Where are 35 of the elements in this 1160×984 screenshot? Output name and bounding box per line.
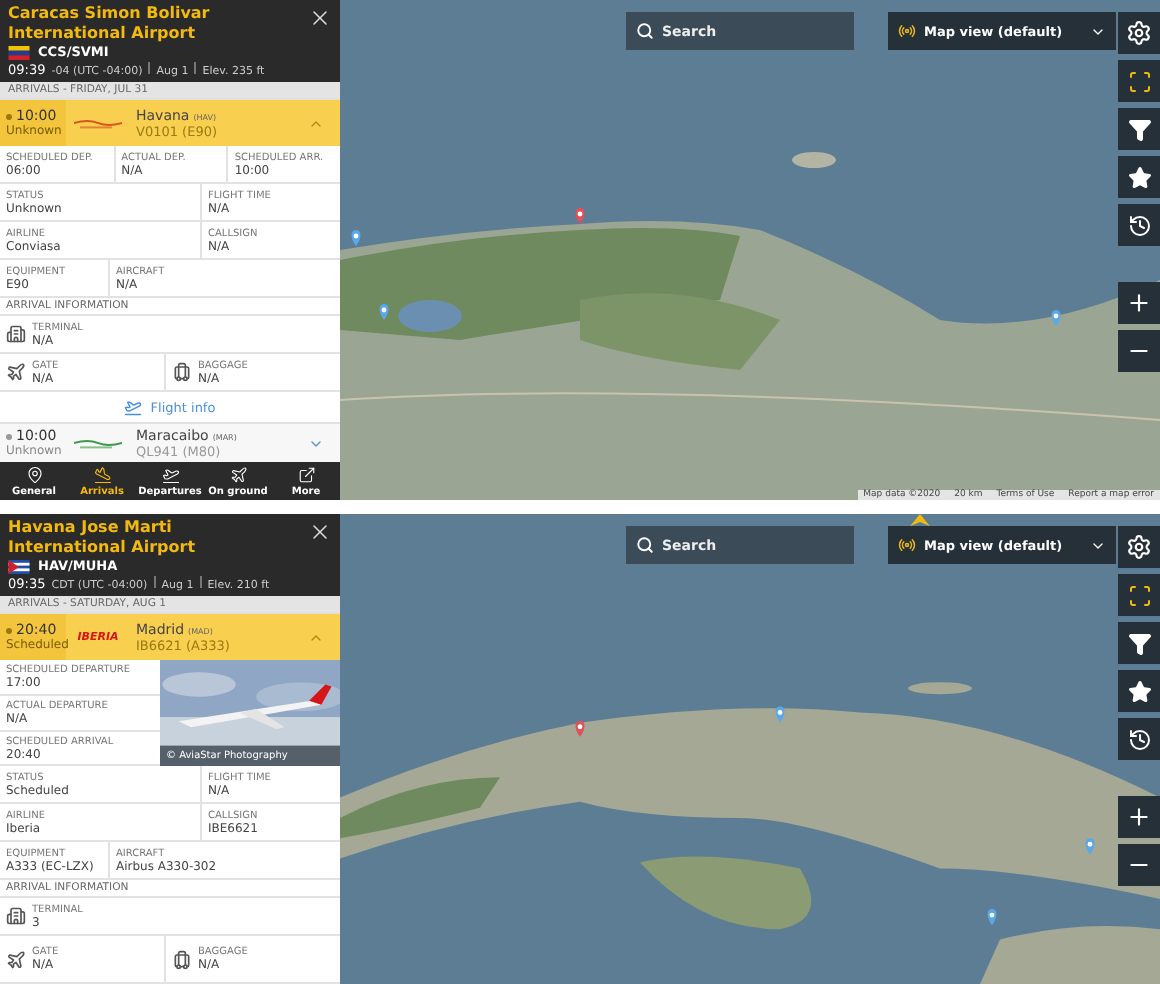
zoom-in-button[interactable] <box>1118 282 1160 324</box>
filter-button[interactable] <box>1118 108 1160 150</box>
star-icon <box>1127 165 1151 189</box>
filter-icon <box>1127 117 1151 141</box>
plane-icon <box>6 362 26 382</box>
close-icon[interactable] <box>308 6 332 30</box>
status-dot-icon <box>6 627 12 634</box>
flag-icon <box>8 559 30 573</box>
airport-title: Caracas Simon Bolivar International Airport <box>8 4 212 42</box>
terminal-icon <box>6 324 26 344</box>
terminal-icon <box>6 906 26 926</box>
baggage-icon <box>172 362 192 382</box>
status-dot-icon <box>6 433 12 440</box>
fullscreen-icon <box>1127 69 1151 93</box>
map-pin-icon <box>25 465 43 483</box>
takeoff-plane-icon <box>161 465 179 483</box>
plane-icon <box>124 398 143 416</box>
favorites-button[interactable] <box>1118 156 1160 198</box>
signal-icon <box>898 22 916 40</box>
baggage-icon <box>172 949 192 969</box>
external-link-icon <box>297 465 315 483</box>
plane-icon <box>6 949 26 969</box>
settings-button[interactable] <box>1118 12 1160 54</box>
history-icon <box>1127 213 1151 237</box>
close-icon[interactable] <box>308 520 332 544</box>
flag-icon <box>8 45 30 59</box>
settings-icon <box>1126 20 1152 46</box>
fullscreen-button[interactable] <box>1118 60 1160 102</box>
status-dot-icon <box>6 113 12 120</box>
plane-icon <box>229 465 247 483</box>
search-icon <box>636 22 654 40</box>
landing-plane-icon <box>93 465 111 483</box>
airport-title: Havana Jose Marti International Airport <box>8 518 198 556</box>
history-button[interactable] <box>1118 204 1160 246</box>
plus-icon <box>1126 290 1152 316</box>
